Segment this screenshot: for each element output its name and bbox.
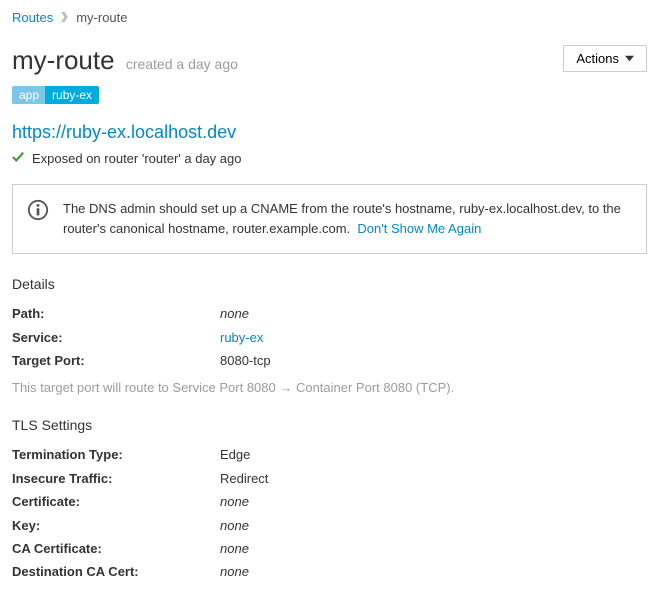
detail-label: Target Port: bbox=[12, 349, 220, 372]
detail-value: none bbox=[220, 537, 249, 560]
tag-key[interactable]: app bbox=[12, 86, 46, 104]
detail-value: Redirect bbox=[220, 467, 268, 490]
port-routing-note: This target port will route to Service P… bbox=[12, 380, 647, 395]
created-timestamp: created a day ago bbox=[126, 56, 238, 72]
detail-value: 8080-tcp bbox=[220, 349, 271, 372]
detail-row-target-port: Target Port: 8080-tcp bbox=[12, 349, 647, 372]
service-link[interactable]: ruby-ex bbox=[220, 326, 263, 349]
breadcrumb: Routes my-route bbox=[12, 10, 647, 25]
tls-row-key: Key: none bbox=[12, 514, 647, 537]
tls-row-insecure: Insecure Traffic: Redirect bbox=[12, 467, 647, 490]
actions-label: Actions bbox=[576, 51, 619, 66]
tag-value[interactable]: ruby-ex bbox=[45, 86, 99, 104]
detail-value: Edge bbox=[220, 443, 250, 466]
breadcrumb-parent-link[interactable]: Routes bbox=[12, 10, 53, 25]
detail-row-service: Service: ruby-ex bbox=[12, 326, 647, 349]
page-header: my-route created a day ago Actions bbox=[12, 45, 647, 76]
tls-row-ca-cert: CA Certificate: none bbox=[12, 537, 647, 560]
info-icon bbox=[27, 199, 49, 224]
detail-value: none bbox=[220, 490, 249, 513]
detail-value: none bbox=[220, 514, 249, 537]
chevron-down-icon bbox=[625, 51, 634, 66]
route-url-link[interactable]: https://ruby-ex.localhost.dev bbox=[12, 122, 647, 143]
tls-table: Termination Type: Edge Insecure Traffic:… bbox=[12, 443, 647, 583]
actions-button[interactable]: Actions bbox=[563, 45, 647, 72]
tls-row-cert: Certificate: none bbox=[12, 490, 647, 513]
detail-label: Certificate: bbox=[12, 490, 220, 513]
route-status: Exposed on router 'router' a day ago bbox=[12, 151, 647, 166]
dismiss-link[interactable]: Don't Show Me Again bbox=[357, 221, 481, 236]
detail-label: Key: bbox=[12, 514, 220, 537]
label-tags: appruby-ex bbox=[12, 86, 647, 104]
check-icon bbox=[12, 151, 24, 166]
details-section: Details Path: none Service: ruby-ex Targ… bbox=[12, 276, 647, 395]
chevron-right-icon bbox=[61, 10, 68, 25]
dns-info-text: The DNS admin should set up a CNAME from… bbox=[63, 201, 621, 236]
detail-label: CA Certificate: bbox=[12, 537, 220, 560]
tls-row-dest-ca: Destination CA Cert: none bbox=[12, 560, 647, 583]
breadcrumb-current: my-route bbox=[76, 10, 127, 25]
detail-label: Insecure Traffic: bbox=[12, 467, 220, 490]
details-title: Details bbox=[12, 276, 647, 292]
detail-value: none bbox=[220, 302, 249, 325]
route-status-text: Exposed on router 'router' a day ago bbox=[32, 151, 242, 166]
detail-label: Path: bbox=[12, 302, 220, 325]
details-table: Path: none Service: ruby-ex Target Port:… bbox=[12, 302, 647, 372]
detail-label: Termination Type: bbox=[12, 443, 220, 466]
detail-label: Destination CA Cert: bbox=[12, 560, 220, 583]
route-name: my-route bbox=[12, 45, 115, 75]
detail-value: none bbox=[220, 560, 249, 583]
detail-label: Service: bbox=[12, 326, 220, 349]
tls-title: TLS Settings bbox=[12, 417, 647, 433]
dns-info-message: The DNS admin should set up a CNAME from… bbox=[63, 199, 632, 239]
detail-row-path: Path: none bbox=[12, 302, 647, 325]
tls-row-termination: Termination Type: Edge bbox=[12, 443, 647, 466]
tls-section: TLS Settings Termination Type: Edge Inse… bbox=[12, 417, 647, 583]
page-title: my-route created a day ago bbox=[12, 45, 238, 76]
dns-info-alert: The DNS admin should set up a CNAME from… bbox=[12, 184, 647, 254]
